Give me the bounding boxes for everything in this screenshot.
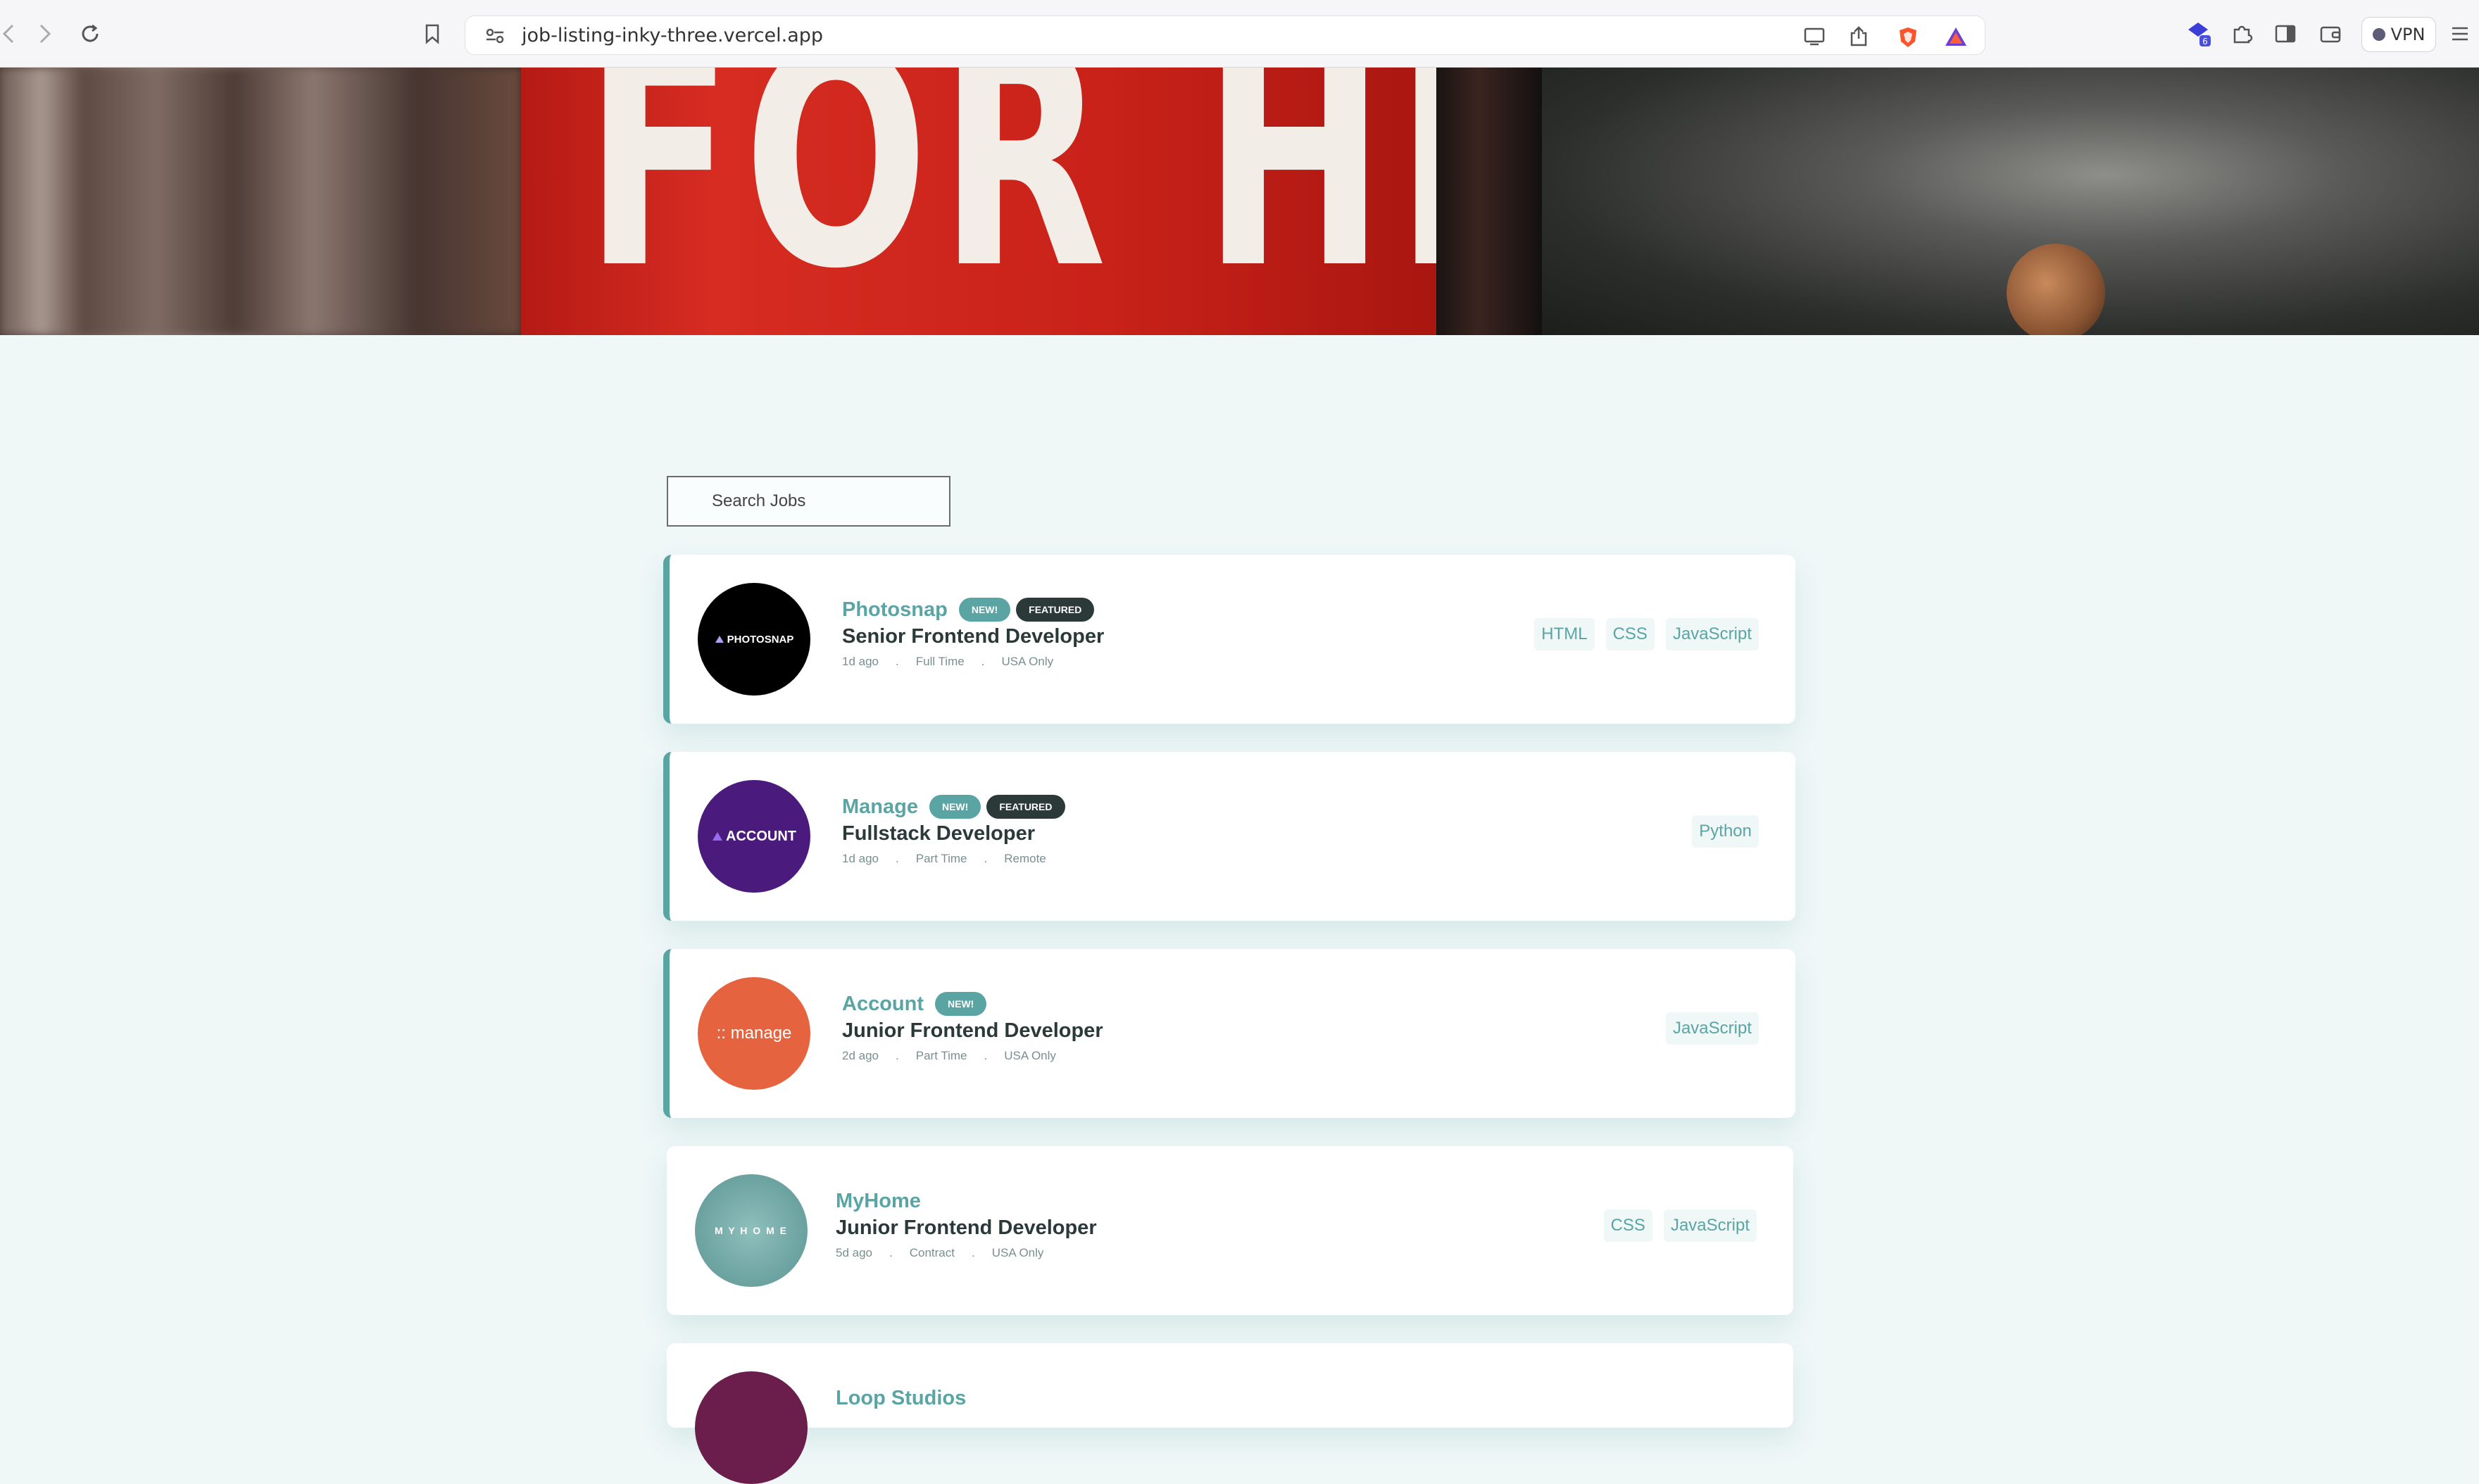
hero-banner: FOR HIRE — [0, 68, 2479, 335]
job-tags: JavaScript — [1665, 1012, 1759, 1045]
job-tags: Python — [1692, 815, 1759, 848]
company-logo — [695, 1371, 808, 1484]
job-card[interactable]: M Y H O M E MyHome Junior Frontend Devel… — [667, 1146, 1793, 1315]
logo-text: :: manage — [716, 1024, 792, 1043]
logo-text: M Y H O M E — [715, 1225, 788, 1236]
job-position[interactable]: Fullstack Developer — [842, 822, 1035, 845]
cast-icon[interactable] — [1803, 26, 1826, 49]
posted-at: 2d ago — [842, 1049, 879, 1062]
featured-badge: FEATURED — [986, 795, 1065, 819]
vpn-button[interactable]: VPN — [2361, 17, 2436, 52]
meta-separator: . — [984, 1049, 988, 1062]
meta-separator: . — [984, 852, 988, 865]
job-position[interactable]: Senior Frontend Developer — [842, 625, 1104, 648]
search-input[interactable]: Search Jobs — [667, 476, 950, 527]
brave-rewards-icon[interactable] — [1944, 26, 1968, 50]
company-logo: M Y H O M E — [695, 1174, 808, 1287]
tag-javascript[interactable]: JavaScript — [1665, 618, 1759, 650]
company-line: Loop Studios — [836, 1384, 972, 1412]
share-icon[interactable] — [1850, 26, 1868, 50]
address-bar[interactable]: job-listing-inky-three.vercel.app — [465, 15, 1985, 55]
job-meta: 5d ago . Contract . USA Only — [836, 1246, 1043, 1260]
featured-badge: FEATURED — [1016, 598, 1095, 622]
company-logo: ACCOUNT — [698, 780, 810, 893]
puzzle-icon[interactable] — [2228, 20, 2256, 48]
contract-type: Part Time — [915, 1049, 967, 1062]
tag-html[interactable]: HTML — [1534, 618, 1595, 650]
back-icon[interactable] — [0, 18, 24, 49]
meta-separator: . — [981, 655, 985, 668]
meta-separator: . — [971, 1246, 975, 1259]
browser-toolbar: job-listing-inky-three.vercel.app 6 VPN — [0, 0, 2479, 68]
vpn-status-icon — [2372, 28, 2385, 41]
search-placeholder: Search Jobs — [712, 491, 806, 510]
site-settings-icon[interactable] — [485, 27, 505, 47]
tag-css[interactable]: CSS — [1603, 1209, 1652, 1242]
company-name[interactable]: Manage — [842, 796, 918, 819]
tag-javascript[interactable]: JavaScript — [1663, 1209, 1757, 1242]
forward-icon[interactable] — [30, 18, 61, 49]
contract-type: Contract — [909, 1246, 955, 1259]
sidebar-icon[interactable] — [2271, 20, 2299, 48]
job-location: USA Only — [1004, 1049, 1056, 1062]
hero-background-left — [0, 68, 521, 335]
photosnap-logo-icon — [715, 636, 724, 643]
company-name[interactable]: Account — [842, 993, 924, 1016]
job-meta: 1d ago . Part Time . Remote — [842, 852, 1046, 866]
job-tags: CSS JavaScript — [1603, 1209, 1757, 1242]
extension-icon[interactable]: 6 — [2184, 20, 2212, 48]
company-name[interactable]: Photosnap — [842, 598, 948, 622]
job-card[interactable]: ACCOUNT Manage NEW! FEATURED Fullstack D… — [663, 752, 1795, 921]
job-card[interactable]: PHOTOSNAP Photosnap NEW! FEATURED Senior… — [663, 555, 1795, 724]
company-line: MyHome — [836, 1187, 927, 1215]
reload-icon[interactable] — [75, 18, 106, 49]
new-badge: NEW! — [929, 795, 981, 819]
meta-separator: . — [896, 1049, 899, 1062]
menu-icon[interactable] — [2446, 20, 2474, 48]
account-logo-icon — [713, 832, 722, 841]
job-card[interactable]: Loop Studios — [667, 1343, 1793, 1484]
logo-text: ACCOUNT — [726, 828, 796, 844]
url-text: job-listing-inky-three.vercel.app — [522, 25, 824, 46]
new-badge: NEW! — [958, 598, 1011, 622]
posted-at: 1d ago — [842, 852, 879, 865]
company-name[interactable]: Loop Studios — [836, 1387, 966, 1410]
extension-badge-count: 6 — [2202, 37, 2208, 46]
meta-separator: . — [889, 1246, 893, 1259]
contract-type: Part Time — [915, 852, 967, 865]
job-location: USA Only — [1001, 655, 1054, 668]
hero-bolt — [2007, 244, 2105, 335]
tag-python[interactable]: Python — [1692, 815, 1759, 848]
tag-css[interactable]: CSS — [1605, 618, 1655, 650]
contract-type: Full Time — [915, 655, 965, 668]
company-line: Manage NEW! FEATURED — [842, 793, 1065, 821]
company-line: Photosnap NEW! FEATURED — [842, 596, 1095, 624]
job-position[interactable]: Junior Frontend Developer — [842, 1019, 1103, 1043]
job-location: Remote — [1004, 852, 1046, 865]
company-logo: :: manage — [698, 977, 810, 1090]
posted-at: 5d ago — [836, 1246, 872, 1259]
job-tags: HTML CSS JavaScript — [1534, 618, 1759, 650]
hero-post — [1436, 68, 1542, 335]
job-card[interactable]: :: manage Account NEW! Junior Frontend D… — [663, 949, 1795, 1118]
job-meta: 2d ago . Part Time . USA Only — [842, 1049, 1056, 1063]
company-logo: PHOTOSNAP — [698, 583, 810, 696]
logo-text: PHOTOSNAP — [727, 633, 794, 646]
company-name[interactable]: MyHome — [836, 1190, 921, 1213]
meta-separator: . — [896, 655, 899, 668]
brave-shields-icon[interactable] — [1897, 26, 1919, 51]
job-location: USA Only — [991, 1246, 1044, 1259]
new-badge: NEW! — [935, 992, 987, 1016]
vpn-label: VPN — [2390, 25, 2425, 44]
tag-javascript[interactable]: JavaScript — [1665, 1012, 1759, 1045]
company-line: Account NEW! — [842, 990, 987, 1018]
bookmark-icon[interactable] — [417, 18, 448, 49]
posted-at: 1d ago — [842, 655, 879, 668]
job-position[interactable]: Junior Frontend Developer — [836, 1216, 1097, 1240]
job-meta: 1d ago . Full Time . USA Only — [842, 655, 1053, 669]
meta-separator: . — [896, 852, 899, 865]
wallet-icon[interactable] — [2316, 20, 2345, 48]
